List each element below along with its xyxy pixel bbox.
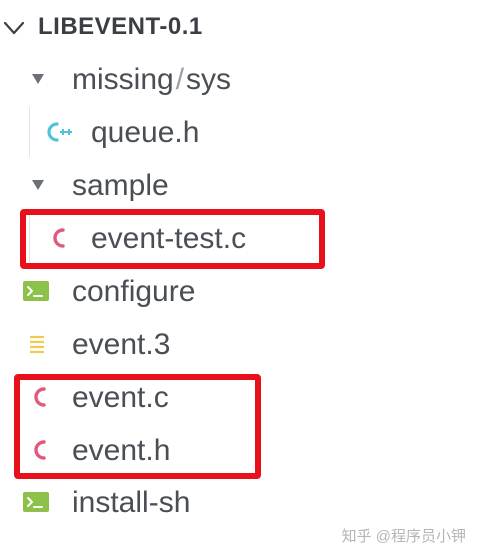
- cpp-header-icon: [47, 122, 72, 142]
- chevron-down-icon[interactable]: [30, 178, 46, 192]
- tree-item-file-event-test-c[interactable]: event-test.c: [0, 213, 478, 263]
- tree-item-label: install-sh: [72, 486, 191, 519]
- tree-item-label: configure: [72, 275, 196, 308]
- tree-item-label: event.c: [72, 381, 169, 414]
- tree-item-label: event-test.c: [91, 222, 247, 255]
- tree-item-label: event.h: [72, 434, 171, 467]
- tree-item-label: missing/sys: [72, 63, 231, 97]
- tree-item-file-event-c[interactable]: event.c: [0, 372, 478, 422]
- tree-item-file-queue-h[interactable]: queue.h: [0, 107, 478, 157]
- explorer-title: LIBEVENT-0.1: [38, 13, 203, 40]
- tree-item-file-event-3[interactable]: event.3: [0, 319, 478, 369]
- chevron-down-icon[interactable]: [3, 20, 25, 36]
- tree-item-folder-missing-sys[interactable]: missing/sys: [0, 54, 478, 104]
- chevron-down-icon[interactable]: [30, 72, 46, 86]
- tree-item-label: queue.h: [91, 116, 200, 149]
- c-file-icon: [34, 387, 46, 407]
- tree-item-label: sample: [72, 169, 169, 202]
- path-separator: /: [175, 63, 185, 96]
- indent-guide: [29, 107, 30, 157]
- tree-item-file-event-h[interactable]: event.h: [0, 425, 478, 475]
- tree-item-label: event.3: [72, 328, 171, 361]
- explorer-section-header[interactable]: LIBEVENT-0.1: [0, 8, 478, 50]
- subfolder-name: sys: [186, 63, 232, 96]
- terminal-icon: [23, 492, 49, 512]
- folder-name: missing: [72, 63, 174, 96]
- terminal-icon: [23, 281, 49, 301]
- text-lines-icon: [30, 335, 44, 354]
- c-file-icon: [53, 228, 65, 248]
- tree-item-file-configure[interactable]: configure: [0, 266, 478, 316]
- tree-item-folder-sample[interactable]: sample: [0, 160, 478, 210]
- c-file-icon: [34, 440, 46, 460]
- indent-guide: [29, 213, 30, 263]
- tree-item-file-install-sh[interactable]: install-sh: [0, 477, 478, 527]
- watermark: 知乎 @程序员小钾: [341, 528, 466, 545]
- file-explorer: LIBEVENT-0.1 missing/sys queue.h sample: [0, 0, 478, 560]
